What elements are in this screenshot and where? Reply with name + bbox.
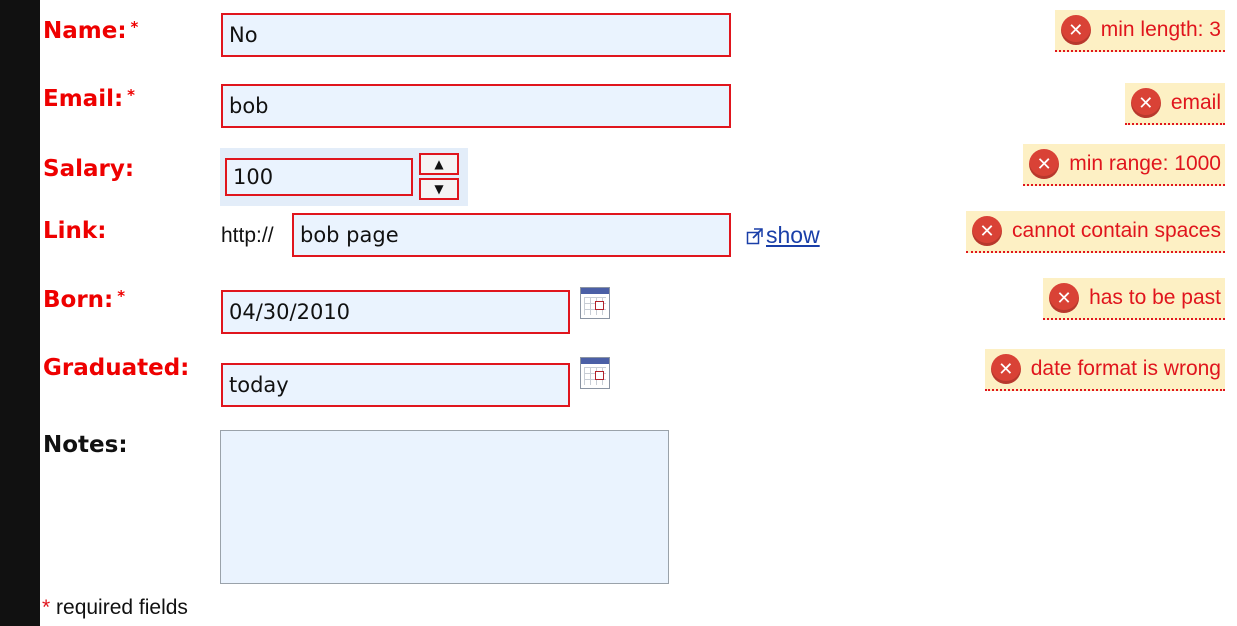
link-prefix: http:// bbox=[221, 224, 274, 247]
born-label: Born: * bbox=[43, 287, 126, 313]
email-input-value: bob bbox=[229, 94, 269, 118]
error-icon: ✕ bbox=[1130, 88, 1161, 118]
required-mark: * bbox=[127, 86, 136, 104]
salary-input[interactable]: 100 bbox=[225, 158, 413, 196]
required-fields-note: * required fields bbox=[42, 596, 188, 619]
email-input[interactable]: bob bbox=[221, 84, 731, 128]
born-calendar-button[interactable] bbox=[580, 287, 610, 319]
error-icon: ✕ bbox=[1049, 283, 1080, 313]
link-error: ✕ cannot contain spaces bbox=[966, 211, 1225, 253]
graduated-input-value: today bbox=[229, 373, 289, 397]
required-mark: * bbox=[117, 287, 126, 305]
born-input-value: 04/30/2010 bbox=[229, 300, 351, 324]
notes-label: Notes: bbox=[43, 432, 128, 458]
error-icon: ✕ bbox=[990, 354, 1021, 384]
link-input-value: bob page bbox=[300, 223, 399, 247]
notes-textarea[interactable] bbox=[220, 430, 669, 584]
link-input[interactable]: bob page bbox=[292, 213, 731, 257]
salary-input-value: 100 bbox=[233, 165, 274, 189]
required-mark: * bbox=[130, 18, 139, 36]
graduated-input[interactable]: today bbox=[221, 363, 570, 407]
email-error: ✕ email bbox=[1124, 83, 1225, 125]
arrow-up-icon: ▲ bbox=[434, 157, 444, 171]
name-error: ✕ min length: 3 bbox=[1054, 10, 1225, 52]
born-input[interactable]: 04/30/2010 bbox=[221, 290, 570, 334]
error-icon: ✕ bbox=[972, 216, 1003, 246]
email-label: Email: * bbox=[43, 86, 136, 112]
error-icon: ✕ bbox=[1060, 15, 1091, 45]
born-error: ✕ has to be past bbox=[1043, 278, 1225, 320]
graduated-error: ✕ date format is wrong bbox=[984, 349, 1225, 391]
error-icon: ✕ bbox=[1029, 149, 1060, 179]
link-label: Link: bbox=[43, 218, 107, 244]
name-input[interactable]: No bbox=[221, 13, 731, 57]
name-label: Name: * bbox=[43, 18, 139, 44]
name-input-value: No bbox=[229, 23, 258, 47]
salary-error: ✕ min range: 1000 bbox=[1023, 144, 1225, 186]
salary-decrement-button[interactable]: ▼ bbox=[419, 178, 459, 200]
graduated-calendar-button[interactable] bbox=[580, 357, 610, 389]
graduated-label: Graduated: bbox=[43, 355, 190, 381]
salary-label: Salary: bbox=[43, 156, 135, 182]
salary-increment-button[interactable]: ▲ bbox=[419, 153, 459, 175]
show-link[interactable]: show bbox=[746, 222, 820, 249]
arrow-down-icon: ▼ bbox=[434, 182, 444, 196]
external-link-icon bbox=[746, 227, 763, 244]
